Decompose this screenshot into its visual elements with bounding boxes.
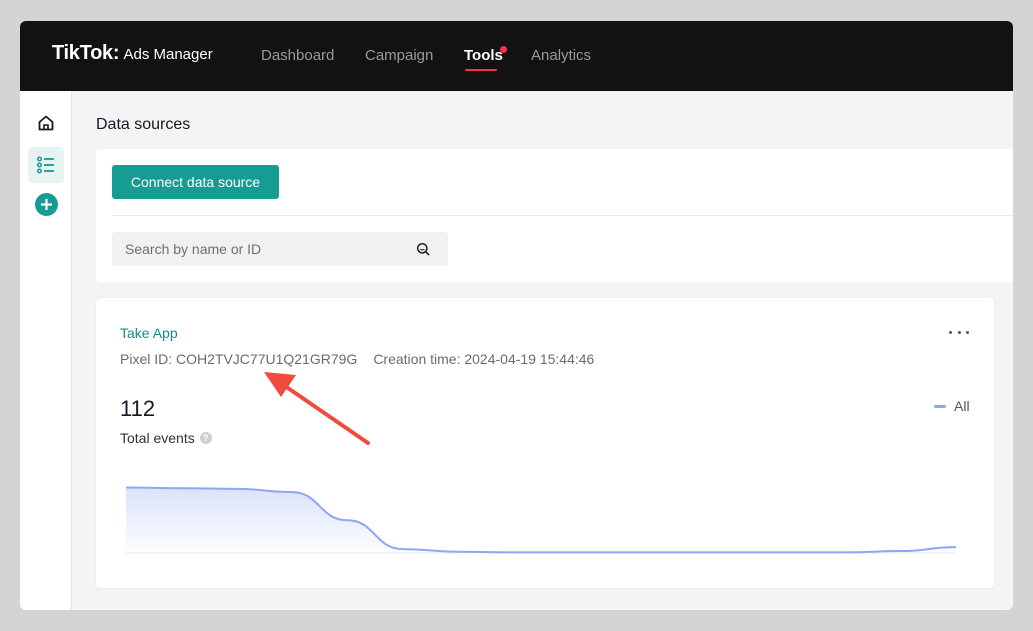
creation-time: Creation time: 2024-04-19 15:44:46 [373, 351, 595, 367]
list-icon[interactable] [28, 147, 64, 183]
nav-tab-dashboard[interactable]: Dashboard [261, 47, 334, 64]
app-window: TikTok : Ads Manager Dashboard Campaign … [20, 21, 1013, 610]
tiktok-ads-manager-logo[interactable]: TikTok : Ads Manager [52, 42, 213, 65]
more-options-icon[interactable] [949, 325, 969, 339]
active-tab-indicator [465, 69, 497, 71]
data-source-toolbar: Connect data source [96, 149, 1013, 282]
data-source-meta: Pixel ID: COH2TVJC77U1Q21GR79G Creation t… [120, 351, 594, 367]
left-sidebar [20, 91, 72, 610]
nav-tab-campaign[interactable]: Campaign [365, 47, 433, 64]
series-all-area [126, 487, 956, 553]
total-events-label: Total events ? [120, 430, 212, 446]
total-events-chart [126, 486, 956, 554]
data-source-name-link[interactable]: Take App [120, 325, 178, 341]
notification-dot [500, 46, 507, 53]
logo-wordmark: TikTok [52, 42, 113, 64]
nav-tab-tools[interactable]: Tools [464, 47, 503, 64]
toolbar-divider [112, 215, 1013, 216]
logo-colon: : [112, 42, 120, 64]
total-events-text: Total events [120, 430, 195, 446]
search-input[interactable] [112, 232, 412, 266]
pixel-id: Pixel ID: COH2TVJC77U1Q21GR79G [120, 351, 358, 367]
search-icon[interactable] [416, 242, 430, 256]
nav-tab-analytics[interactable]: Analytics [531, 47, 591, 64]
chart-legend[interactable]: All [934, 398, 970, 414]
page-title: Data sources [96, 116, 191, 133]
legend-label: All [954, 398, 970, 414]
search-box[interactable] [112, 232, 448, 266]
top-navigation-bar: TikTok : Ads Manager Dashboard Campaign … [20, 21, 1013, 91]
total-events-value: 112 [120, 396, 156, 421]
add-circle-icon[interactable] [35, 193, 58, 216]
logo-product-name: Ads Manager [123, 46, 213, 63]
legend-swatch [934, 404, 946, 408]
data-source-card: Take App Pixel ID: COH2TVJC77U1Q21GR79G C… [96, 298, 994, 588]
connect-data-source-button[interactable]: Connect data source [112, 165, 279, 199]
help-icon[interactable]: ? [199, 432, 212, 444]
home-icon[interactable] [35, 112, 57, 134]
